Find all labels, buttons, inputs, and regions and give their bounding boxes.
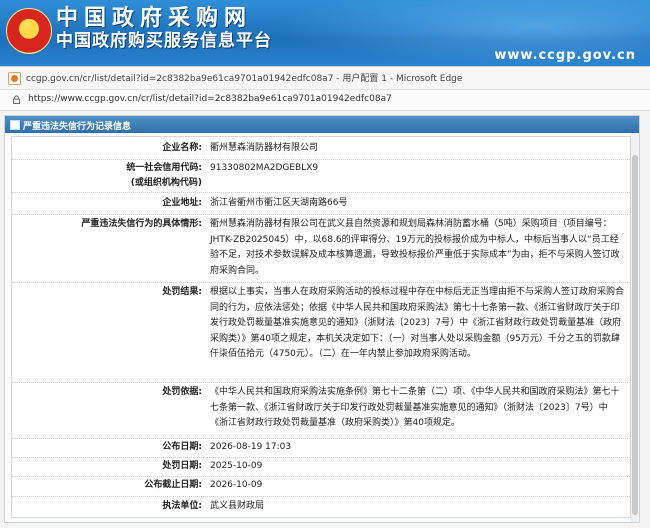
record-panel: 严重违法失信行为记录信息 企业名称: 衢州慧森消防器材有限公司 统一社会信用代码… <box>4 115 640 523</box>
row-penalty-basis: 处罚依据: 《中华人民共和国政府采购法实施条例》第七十二条第（二）项、《中华人民… <box>12 382 630 439</box>
site-banner: ★ 中国政府采购网 中国政府购买服务信息平台 www.ccgp.gov.cn <box>0 0 650 66</box>
credit-code-label: 统一社会信用代码: <box>126 163 202 173</box>
address-label: 企业地址: <box>162 198 202 208</box>
credit-code-value: 91330802MA2DGEBLX9 <box>210 163 319 173</box>
scrollbar[interactable] <box>630 133 639 522</box>
row-deadline: 公布截止日期: 2026-10-09 <box>12 476 630 497</box>
row-address: 企业地址: 浙江省衢州市衢江区天湖南路66号 <box>12 192 630 215</box>
panel-header: 严重违法失信行为记录信息 <box>5 116 639 133</box>
penalty-result-label: 处罚结果: <box>162 287 202 297</box>
panel-title: 严重违法失信行为记录信息 <box>23 122 132 132</box>
deadline-value: 2026-10-09 <box>210 480 263 490</box>
row-situation: 严重违法失信行为的具体情形: 衢州慧森消防器材有限公司在武义县自然资源和规划局森… <box>12 214 630 283</box>
site-favicon-icon <box>8 72 21 85</box>
browser-window: ccgp.gov.cn/cr/list/detail?id=2c8382ba9e… <box>0 66 650 528</box>
window-titlebar[interactable]: ccgp.gov.cn/cr/list/detail?id=2c8382ba9e… <box>0 67 650 90</box>
credit-code-label-sub: (或组织机构代码) <box>130 178 202 188</box>
company-name-value: 衢州慧森消防器材有限公司 <box>210 143 319 153</box>
row-penalty-result: 处罚结果: 根据以上事实，当事人在政府采购活动的投标过程中存在中标后无正当理由拒… <box>12 282 630 383</box>
company-name-label: 企业名称: <box>162 143 202 153</box>
row-company-name: 企业名称: 衢州慧森消防器材有限公司 <box>12 137 630 160</box>
scrollbar-thumb[interactable] <box>632 155 638 515</box>
publish-date-value: 2026-08-19 17:03 <box>210 442 292 452</box>
window-title: ccgp.gov.cn/cr/list/detail?id=2c8382ba9e… <box>26 74 463 84</box>
penalty-date-label: 处罚日期: <box>162 461 202 471</box>
address-url[interactable]: https://www.ccgp.gov.cn/cr/list/detail?i… <box>28 94 392 104</box>
penalty-result-value: 根据以上事实，当事人在政府采购活动的投标过程中存在中标后无正当理由拒不与采购人签… <box>210 287 625 360</box>
penalty-basis-value: 《中华人民共和国政府采购法实施条例》第七十二条第（二）项、《中华人民共和国政府采… <box>210 387 620 429</box>
publish-date-label: 公布日期: <box>162 442 202 452</box>
site-subtitle: 中国政府购买服务信息平台 <box>56 31 272 51</box>
agency-value: 武义县财政局 <box>210 501 265 511</box>
deadline-label: 公布截止日期: <box>144 480 202 490</box>
record-table: 企业名称: 衢州慧森消防器材有限公司 统一社会信用代码: (或组织机构代码) 9… <box>11 136 631 518</box>
site-url: www.ccgp.gov.cn <box>494 48 636 63</box>
row-agency: 执法单位: 武义县财政局 <box>12 496 630 516</box>
penalty-date-value: 2025-10-09 <box>210 461 263 471</box>
address-bar[interactable]: https://www.ccgp.gov.cn/cr/list/detail?i… <box>0 90 650 111</box>
agency-label: 执法单位: <box>162 501 202 511</box>
site-title: 中国政府采购网 <box>56 6 253 31</box>
national-emblem-icon: ★ <box>6 8 52 54</box>
address-value: 浙江省衢州市衢江区天湖南路66号 <box>210 198 348 208</box>
situation-value: 衢州慧森消防器材有限公司在武义县自然资源和规划局森林消防蓄水桶（5吨）采购项目（… <box>210 219 620 276</box>
list-icon <box>10 120 20 130</box>
row-credit-code: 统一社会信用代码: (或组织机构代码) 91330802MA2DGEBLX9 <box>12 159 630 193</box>
penalty-basis-label: 处罚依据: <box>162 387 202 397</box>
situation-label: 严重违法失信行为的具体情形: <box>81 219 202 229</box>
lock-icon[interactable] <box>12 95 21 104</box>
row-penalty-date: 处罚日期: 2025-10-09 <box>12 457 630 477</box>
row-publish-date: 公布日期: 2026-08-19 17:03 <box>12 438 630 458</box>
